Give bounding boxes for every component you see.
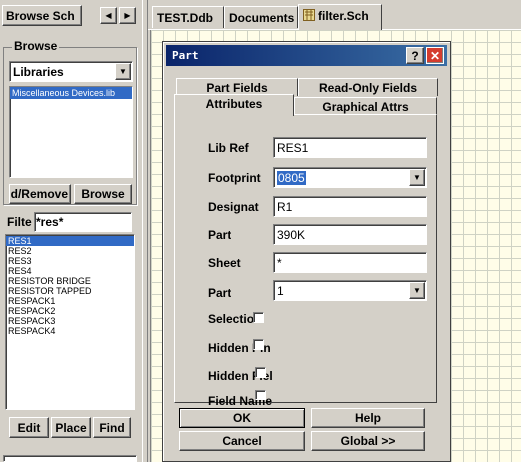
- library-list[interactable]: Miscellaneous Devices.lib: [9, 86, 133, 178]
- tab-scroll-left-button[interactable]: ◀: [100, 7, 117, 24]
- part-type-label: Part: [208, 228, 232, 242]
- place-button[interactable]: Place: [51, 417, 91, 438]
- tab-graphical-attrs[interactable]: Graphical Attrs: [294, 97, 437, 115]
- component-list-item[interactable]: RES4: [6, 266, 134, 276]
- arrow-left-icon: ◀: [105, 11, 112, 20]
- panel-status-strip: [3, 455, 137, 462]
- part-dialog: Part ? ✕ Part Fields Read-Only Fields At…: [162, 41, 451, 462]
- tab-filter-sch-label: filter.Sch: [318, 9, 369, 23]
- help-button[interactable]: Help: [311, 408, 425, 428]
- tab-filter-sch[interactable]: filter.Sch: [298, 4, 382, 30]
- lib-ref-label: Lib Ref: [208, 141, 249, 155]
- component-list-item[interactable]: RES2: [6, 246, 134, 256]
- filter-label: Filte: [7, 215, 32, 229]
- dialog-title: Part: [172, 49, 199, 62]
- dialog-titlebar[interactable]: Part ? ✕: [166, 45, 447, 66]
- hidden-pins-checkbox[interactable]: [253, 339, 264, 350]
- browse-button[interactable]: Browse: [74, 184, 132, 204]
- part-type-input[interactable]: 390K: [273, 224, 427, 245]
- part-number-label: Part: [208, 286, 232, 300]
- lib-ref-input[interactable]: RES1: [273, 137, 427, 158]
- component-list-item[interactable]: RESISTOR BRIDGE: [6, 276, 134, 286]
- field-names-checkbox[interactable]: [255, 390, 266, 400]
- browse-group: Browse Libraries ▼ Miscellaneous Devices…: [3, 39, 137, 205]
- browse-panel: Browse Sch ◀ ▶ Browse Libraries ▼ Miscel…: [0, 0, 142, 462]
- footprint-label: Footprint: [208, 171, 261, 185]
- component-list[interactable]: RES1 RES2 RES3 RES4 RESISTOR BRIDGE RESISTOR …: [5, 234, 135, 410]
- attributes-tab-page: Lib Ref RES1 Footprint 0805 ▼ Designat R…: [174, 114, 437, 408]
- document-tab-strip: TEST.Ddb Documents filter.Sch: [148, 0, 521, 30]
- component-list-item[interactable]: RESISTOR TAPPED: [6, 286, 134, 296]
- hidden-pins-label: Hidden Pin: [208, 341, 271, 355]
- ok-button[interactable]: OK: [179, 408, 305, 428]
- footprint-value: 0805: [277, 171, 306, 185]
- hidden-fields-checkbox[interactable]: [255, 367, 266, 378]
- component-list-item[interactable]: RESPACK3: [6, 316, 134, 326]
- filter-input[interactable]: *res*: [34, 212, 132, 232]
- help-icon[interactable]: ?: [406, 47, 424, 64]
- tab-read-only-fields[interactable]: Read-Only Fields: [298, 78, 438, 96]
- edit-button[interactable]: Edit: [9, 417, 49, 438]
- sheet-input[interactable]: *: [273, 252, 427, 273]
- component-list-item[interactable]: RESPACK4: [6, 326, 134, 336]
- close-icon[interactable]: ✕: [426, 47, 444, 64]
- part-number-value: 1: [277, 284, 284, 298]
- browse-type-select[interactable]: Libraries ▼: [9, 61, 133, 82]
- chevron-down-icon[interactable]: ▼: [409, 169, 425, 186]
- component-list-item[interactable]: RESPACK2: [6, 306, 134, 316]
- footprint-combo[interactable]: 0805 ▼: [273, 167, 427, 188]
- tab-test-ddb[interactable]: TEST.Ddb: [152, 6, 224, 28]
- browse-type-value: Libraries: [13, 65, 64, 79]
- find-button[interactable]: Find: [93, 417, 131, 438]
- schematic-sheet-icon: [303, 9, 315, 21]
- chevron-down-icon[interactable]: ▼: [409, 282, 425, 299]
- designator-input[interactable]: R1: [273, 196, 427, 217]
- sheet-label: Sheet: [208, 256, 241, 270]
- global-button[interactable]: Global >>: [311, 431, 425, 451]
- component-list-item[interactable]: RES3: [6, 256, 134, 266]
- designator-label: Designat: [208, 200, 259, 214]
- component-list-item[interactable]: RESPACK1: [6, 296, 134, 306]
- component-list-item[interactable]: RES1: [6, 236, 134, 246]
- library-list-item[interactable]: Miscellaneous Devices.lib: [10, 87, 132, 99]
- add-remove-button[interactable]: d/Remove: [9, 184, 71, 204]
- browse-group-legend: Browse: [12, 39, 60, 53]
- cancel-button[interactable]: Cancel: [179, 431, 305, 451]
- selection-checkbox[interactable]: [253, 312, 264, 323]
- tab-scroll-right-button[interactable]: ▶: [119, 7, 136, 24]
- tab-attributes[interactable]: Attributes: [174, 94, 294, 116]
- arrow-right-icon: ▶: [124, 11, 131, 20]
- part-number-combo[interactable]: 1 ▼: [273, 280, 427, 301]
- tab-documents[interactable]: Documents: [224, 6, 298, 28]
- browse-sch-tab[interactable]: Browse Sch: [2, 5, 82, 26]
- chevron-down-icon[interactable]: ▼: [115, 63, 131, 80]
